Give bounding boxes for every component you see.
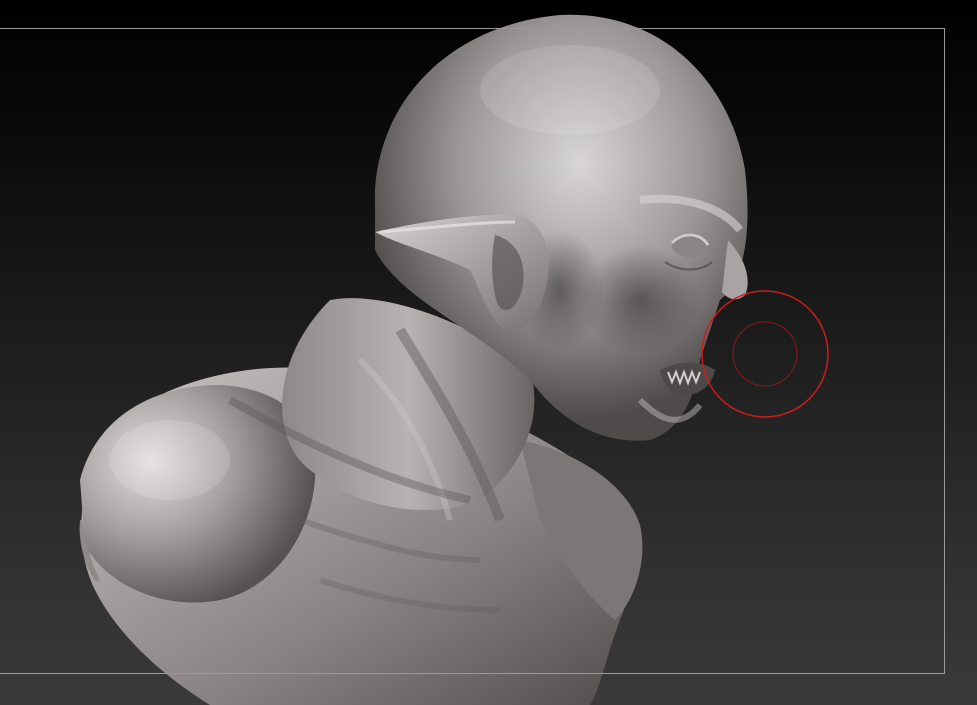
model-scalp-highlight [480,45,660,135]
model-eye [672,233,708,257]
sculpt-viewport[interactable] [0,0,977,705]
brush-outer-ring [701,290,829,418]
brush-inner-ring [732,321,798,387]
brush-cursor[interactable] [700,289,830,419]
sculpt-model[interactable] [0,0,977,705]
model-shoulder-highlight [110,420,230,500]
